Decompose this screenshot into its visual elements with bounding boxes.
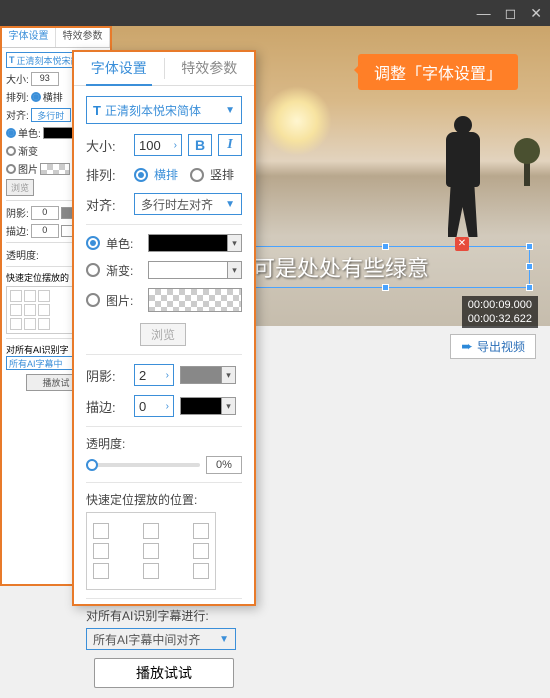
chevron-down-icon: ▼ [219,634,229,645]
tree-graphic [524,156,530,186]
resize-handle[interactable] [526,263,533,270]
position-grid [86,512,216,590]
shadow-color-swatch[interactable]: ▾ [180,366,236,384]
arrange-label: 排列: [86,165,128,184]
stroke-label: 描边: [86,397,128,416]
opacity-label: 透明度: [86,435,242,452]
time-overlay: 00:00:09.000 00:00:32.622 [462,296,538,328]
title-bar: — ◻ ✕ [0,0,550,26]
tab-font-settings[interactable]: 字体设置 [74,52,164,85]
pos-cell[interactable] [143,563,159,579]
horizontal-label: 横排 [154,166,178,183]
delete-icon[interactable]: ✕ [455,237,469,251]
radio-solid-color[interactable] [86,236,100,250]
resize-handle[interactable] [382,284,389,291]
minimize-icon[interactable]: — [477,5,491,21]
resize-handle[interactable] [526,284,533,291]
sun-graphic [262,86,332,156]
pos-cell[interactable] [93,543,109,559]
pos-cell[interactable] [193,523,209,539]
radio-image[interactable] [86,293,100,307]
current-time: 00:00:09.000 [468,298,532,312]
chevron-down-icon: ▼ [225,105,235,116]
maximize-icon[interactable]: ◻ [505,5,517,22]
pos-cell[interactable] [93,523,109,539]
align-select[interactable]: 多行时左对齐▼ [134,193,242,215]
ai-align-select[interactable]: 所有AI字幕中间对齐▼ [86,628,236,650]
image-swatch[interactable] [148,288,242,312]
size-label: 大小: [86,136,128,155]
opacity-value[interactable]: 0% [206,456,242,474]
pos-cell[interactable] [93,563,109,579]
quickpos-label: 快速定位摆放的位置: [86,491,242,508]
total-duration: 00:00:32.622 [468,312,532,326]
solid-color-swatch[interactable]: ▾ [148,234,242,252]
radio-vertical[interactable] [190,168,204,182]
pos-cell[interactable] [193,563,209,579]
radio-horizontal[interactable] [134,168,148,182]
radio-gradient[interactable] [86,263,100,277]
bg-tab-effect[interactable]: 特效参数 [56,28,110,47]
subtitle-box[interactable]: 可是处处有些绿意 ✕ [242,246,530,288]
slider-thumb[interactable] [86,459,98,471]
close-icon[interactable]: ✕ [530,5,542,22]
font-family-select[interactable]: T 正清刻本悦宋简体 ▼ [86,96,242,124]
align-label: 对齐: [86,195,128,214]
chevron-down-icon: ▼ [225,199,235,210]
image-label: 图片: [106,292,142,309]
pos-cell[interactable] [143,523,159,539]
gradient-swatch[interactable]: ▾ [148,261,242,279]
browse-button[interactable]: 浏览 [140,323,186,346]
tab-effect-params[interactable]: 特效参数 [165,52,255,85]
skier-graphic [435,116,490,246]
vertical-label: 竖排 [210,166,234,183]
shadow-label: 阴影: [86,366,128,385]
export-arrow-icon: ➨ [461,338,473,355]
gradient-label: 渐变: [106,262,142,279]
resize-handle[interactable] [526,243,533,250]
pos-cell[interactable] [143,543,159,559]
shadow-input[interactable]: 2› [134,364,174,386]
resize-handle[interactable] [382,243,389,250]
stroke-color-swatch[interactable]: ▾ [180,397,236,415]
ai-subtitle-label: 对所有AI识别字幕进行: [86,607,242,624]
bold-button[interactable]: B [188,134,212,156]
tutorial-callout: 调整「字体设置」 [358,54,518,90]
italic-button[interactable]: I [218,134,242,156]
stroke-input[interactable]: 0› [134,395,174,417]
export-video-button[interactable]: ➨ 导出视频 [450,334,536,359]
pos-cell[interactable] [193,543,209,559]
text-icon: T [93,103,101,118]
subtitle-text: 可是处处有些绿意 [253,251,429,283]
chevron-right-icon: › [174,140,177,151]
font-settings-panel: 字体设置 特效参数 T 正清刻本悦宋简体 ▼ 大小: 100› B I 排列: … [72,50,256,606]
solid-label: 单色: [106,235,142,252]
play-preview-button[interactable]: 播放试试 [94,658,234,688]
opacity-slider[interactable] [86,463,200,467]
bg-tab-font[interactable]: 字体设置 [2,28,56,47]
size-input[interactable]: 100› [134,134,182,156]
